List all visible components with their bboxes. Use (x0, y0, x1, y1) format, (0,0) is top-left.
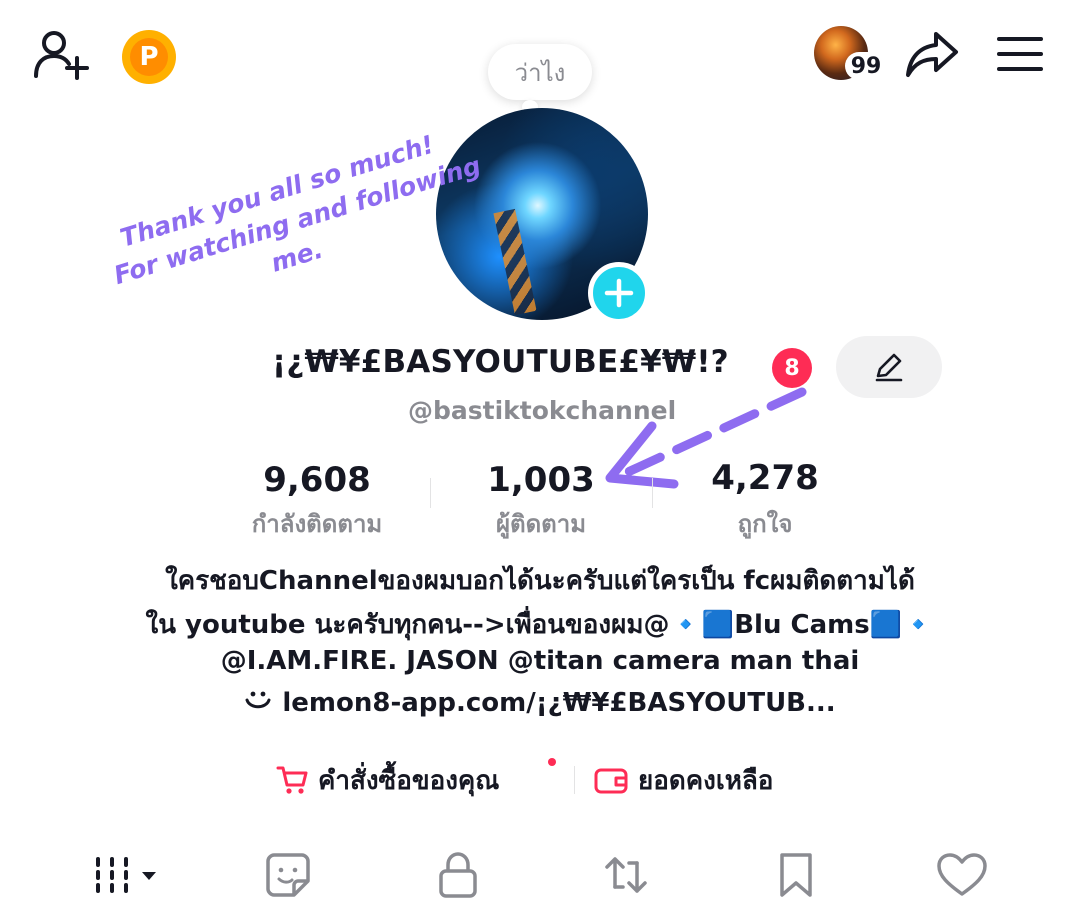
bio-line: ใครชอบChannelของผมบอกได้นะครับแต่ใครเป็น… (165, 566, 915, 596)
following-label[interactable]: กำลังติดตาม (232, 504, 402, 543)
add-avatar-button[interactable] (588, 262, 650, 324)
orders-button[interactable]: คำสั่งซื้อของคุณ (276, 758, 499, 802)
tab-private[interactable] (432, 850, 484, 900)
likes-count[interactable]: 4,278 (680, 458, 850, 498)
coin-icon[interactable]: P (122, 30, 176, 84)
sticker-icon (266, 853, 310, 897)
status-bubble[interactable]: ว่าไง (488, 44, 592, 100)
balance-label: ยอดคงเหลือ (638, 765, 774, 796)
bio-line: @I.AM.FIRE. JASON @titan camera man thai (220, 646, 860, 676)
story-count-badge: 99 (845, 52, 887, 80)
repost-icon (605, 857, 647, 893)
tab-reposts[interactable] (600, 850, 652, 900)
balance-button[interactable]: ยอดคงเหลือ (594, 758, 773, 802)
pencil-icon (875, 353, 903, 382)
thank-you-annotation: Thank you all so much! For watching and … (100, 123, 485, 326)
likes-label[interactable]: ถูกใจ (680, 504, 850, 543)
orders-notification-dot (548, 758, 556, 766)
bio-link-text[interactable]: lemon8-app.com/¡¿₩¥£BASYOUTUB... (282, 688, 835, 718)
followers-label[interactable]: ผู้ติดตาม (456, 504, 626, 543)
wallet-icon (594, 768, 628, 794)
following-count[interactable]: 9,608 (232, 460, 402, 500)
orders-label: คำสั่งซื้อของคุณ (318, 765, 500, 796)
followers-count[interactable]: 1,003 (456, 460, 626, 500)
add-friend-icon[interactable] (34, 28, 90, 82)
plus-icon (604, 278, 634, 308)
lock-icon (439, 852, 477, 898)
heart-icon (937, 853, 987, 896)
bookmark-icon (780, 853, 812, 897)
tab-favorites[interactable] (770, 850, 822, 900)
bio-link[interactable]: lemon8-app.com/¡¿₩¥£BASYOUTUB... (40, 688, 1040, 718)
coin-letter: P (130, 38, 168, 76)
stat-divider (652, 478, 653, 508)
cart-icon (276, 766, 308, 794)
lemon8-icon (244, 688, 272, 718)
menu-icon[interactable] (996, 34, 1044, 74)
edit-profile-button[interactable] (836, 336, 942, 398)
bio-line: ใน youtube นะครับทุกคน-->เพื่อนของผม@🔹🟦B… (145, 610, 935, 640)
share-icon[interactable] (904, 30, 960, 80)
tab-liked[interactable] (934, 850, 990, 900)
grid-icon (96, 857, 156, 893)
shop-divider (574, 766, 575, 794)
stat-divider (430, 478, 431, 508)
tab-videos[interactable] (90, 850, 164, 900)
tab-stickers[interactable] (262, 850, 314, 900)
